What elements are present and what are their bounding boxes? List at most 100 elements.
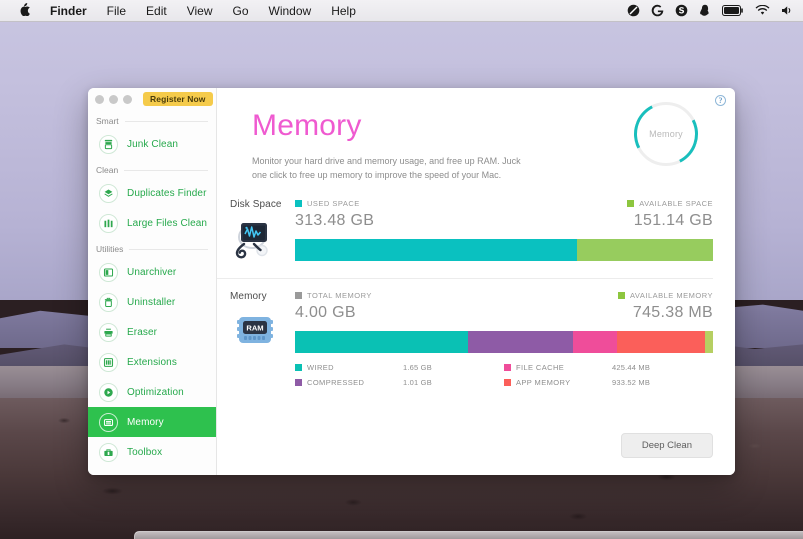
- legend-row-compressed: COMPRESSED 1.01 GB: [295, 378, 504, 387]
- used-space-swatch: [295, 200, 302, 207]
- disk-space-section: Disk Space: [217, 199, 735, 279]
- disk-space-title: Disk Space: [230, 199, 295, 210]
- sidebar-item-label: Duplicates Finder: [127, 188, 207, 199]
- section-divider: [217, 278, 713, 279]
- sidebar-item-eraser[interactable]: Eraser: [88, 317, 216, 347]
- compressed-value: 1.01 GB: [403, 378, 432, 387]
- trash-bin-icon: [99, 135, 118, 154]
- app-memory-label: APP MEMORY: [516, 378, 571, 387]
- menu-item-file[interactable]: File: [97, 0, 136, 22]
- menu-item-help[interactable]: Help: [321, 0, 366, 22]
- disk-space-bar: [295, 239, 713, 261]
- available-space-value: 151.14 GB: [634, 212, 713, 230]
- app-memory-swatch: [504, 379, 511, 386]
- large-files-icon: [99, 214, 118, 233]
- legend-row-app-memory: APP MEMORY 933.52 MB: [504, 378, 713, 387]
- uninstaller-icon: [99, 293, 118, 312]
- minimize-button[interactable]: [109, 95, 118, 104]
- prohibit-icon[interactable]: [627, 4, 640, 17]
- ram-chip-icon: RAM: [230, 312, 280, 354]
- bar-segment-app-memory: [617, 331, 706, 353]
- disk-space-body: USED SPACE 313.48 GB AVAILABLE SPACE 151…: [295, 199, 713, 262]
- duplicates-icon: [99, 184, 118, 203]
- bar-segment-available-memory: [705, 331, 713, 353]
- total-memory-stat: TOTAL MEMORY 4.00 GB: [295, 291, 372, 322]
- divider: [129, 249, 208, 250]
- total-memory-swatch: [295, 292, 302, 299]
- qq-penguin-icon[interactable]: [699, 4, 711, 17]
- gauge-progress-arc: [626, 94, 707, 175]
- optimization-play-icon: [99, 383, 118, 402]
- divider: [125, 121, 208, 122]
- available-space-stat: AVAILABLE SPACE 151.14 GB: [627, 199, 713, 230]
- sidebar-group-smart: Smart: [88, 110, 216, 129]
- disk-space-side: Disk Space: [217, 199, 295, 262]
- sidebar-item-duplicates-finder[interactable]: Duplicates Finder: [88, 178, 216, 208]
- wired-swatch: [295, 364, 302, 371]
- extensions-icon: [99, 353, 118, 372]
- sidebar-item-unarchiver[interactable]: Unarchiver: [88, 257, 216, 287]
- menu-item-view[interactable]: View: [177, 0, 223, 22]
- sidebar-item-label: Memory: [127, 417, 164, 428]
- sidebar-group-label-utilities: Utilities: [96, 244, 123, 254]
- register-now-button[interactable]: Register Now: [143, 92, 213, 107]
- content-panel: ? Memory Monitor your hard drive and mem…: [217, 88, 735, 475]
- sidebar-item-label: Eraser: [127, 327, 157, 338]
- menu-bar-status-area: [627, 4, 803, 17]
- sidebar-item-memory[interactable]: Memory: [88, 407, 216, 437]
- file-cache-label: FILE CACHE: [516, 363, 564, 372]
- memory-legend: WIRED 1.65 GB COMPRESSED 1.01 GB: [295, 363, 713, 387]
- sidebar-item-toolbox[interactable]: Toolbox: [88, 437, 216, 467]
- menu-item-window[interactable]: Window: [259, 0, 322, 22]
- sidebar-item-uninstaller[interactable]: Uninstaller: [88, 287, 216, 317]
- sidebar-item-optimization[interactable]: Optimization: [88, 377, 216, 407]
- bar-segment-file-cache: [573, 331, 616, 353]
- eraser-icon: [99, 323, 118, 342]
- app-window: Register Now Smart Junk Clean Clean Dupl…: [88, 88, 735, 475]
- wifi-icon[interactable]: [755, 5, 770, 16]
- unarchiver-icon: [99, 263, 118, 282]
- deep-clean-button[interactable]: Deep Clean: [621, 433, 713, 458]
- available-memory-stat: AVAILABLE MEMORY 745.38 MB: [618, 291, 713, 322]
- compressed-swatch: [295, 379, 302, 386]
- skype-icon[interactable]: [675, 4, 688, 17]
- hero-section: Memory Monitor your hard drive and memor…: [217, 88, 735, 183]
- menu-bar-left: Finder File Edit View Go Window Help: [0, 0, 366, 22]
- memory-section: Memory RAM: [217, 291, 735, 387]
- close-button[interactable]: [95, 95, 104, 104]
- bar-segment-available-space: [577, 239, 713, 261]
- sidebar-group-label-smart: Smart: [96, 116, 119, 126]
- window-title-bar: Register Now: [88, 88, 216, 110]
- volume-icon[interactable]: [781, 5, 793, 16]
- grammarly-icon[interactable]: [651, 4, 664, 17]
- sidebar-item-large-files-clean[interactable]: Large Files Clean: [88, 208, 216, 238]
- used-space-stat: USED SPACE 313.48 GB: [295, 199, 374, 230]
- wired-label: WIRED: [307, 363, 334, 372]
- used-space-value: 313.48 GB: [295, 212, 374, 230]
- dock[interactable]: [134, 531, 803, 539]
- menu-item-edit[interactable]: Edit: [136, 0, 177, 22]
- svg-text:RAM: RAM: [246, 324, 263, 333]
- apple-menu-icon[interactable]: [11, 0, 40, 22]
- menu-item-go[interactable]: Go: [223, 0, 259, 22]
- disk-monitor-icon: [230, 220, 280, 262]
- available-space-label: AVAILABLE SPACE: [639, 199, 713, 208]
- menu-bar: Finder File Edit View Go Window Help: [0, 0, 803, 22]
- memory-title: Memory: [230, 291, 295, 302]
- available-memory-label: AVAILABLE MEMORY: [630, 291, 713, 300]
- bar-segment-used-space: [295, 239, 577, 261]
- available-space-swatch: [627, 200, 634, 207]
- sidebar: Register Now Smart Junk Clean Clean Dupl…: [88, 88, 217, 475]
- sidebar-item-junk-clean[interactable]: Junk Clean: [88, 129, 216, 159]
- sidebar-item-label: Large Files Clean: [127, 218, 207, 229]
- sidebar-item-label: Optimization: [127, 387, 184, 398]
- zoom-button[interactable]: [123, 95, 132, 104]
- menu-item-finder[interactable]: Finder: [40, 0, 97, 22]
- battery-icon[interactable]: [722, 5, 744, 16]
- sidebar-item-extensions[interactable]: Extensions: [88, 347, 216, 377]
- available-memory-swatch: [618, 292, 625, 299]
- legend-row-file-cache: FILE CACHE 425.44 MB: [504, 363, 713, 372]
- sidebar-item-label: Extensions: [127, 357, 177, 368]
- wired-value: 1.65 GB: [403, 363, 432, 372]
- sidebar-item-label: Uninstaller: [127, 297, 175, 308]
